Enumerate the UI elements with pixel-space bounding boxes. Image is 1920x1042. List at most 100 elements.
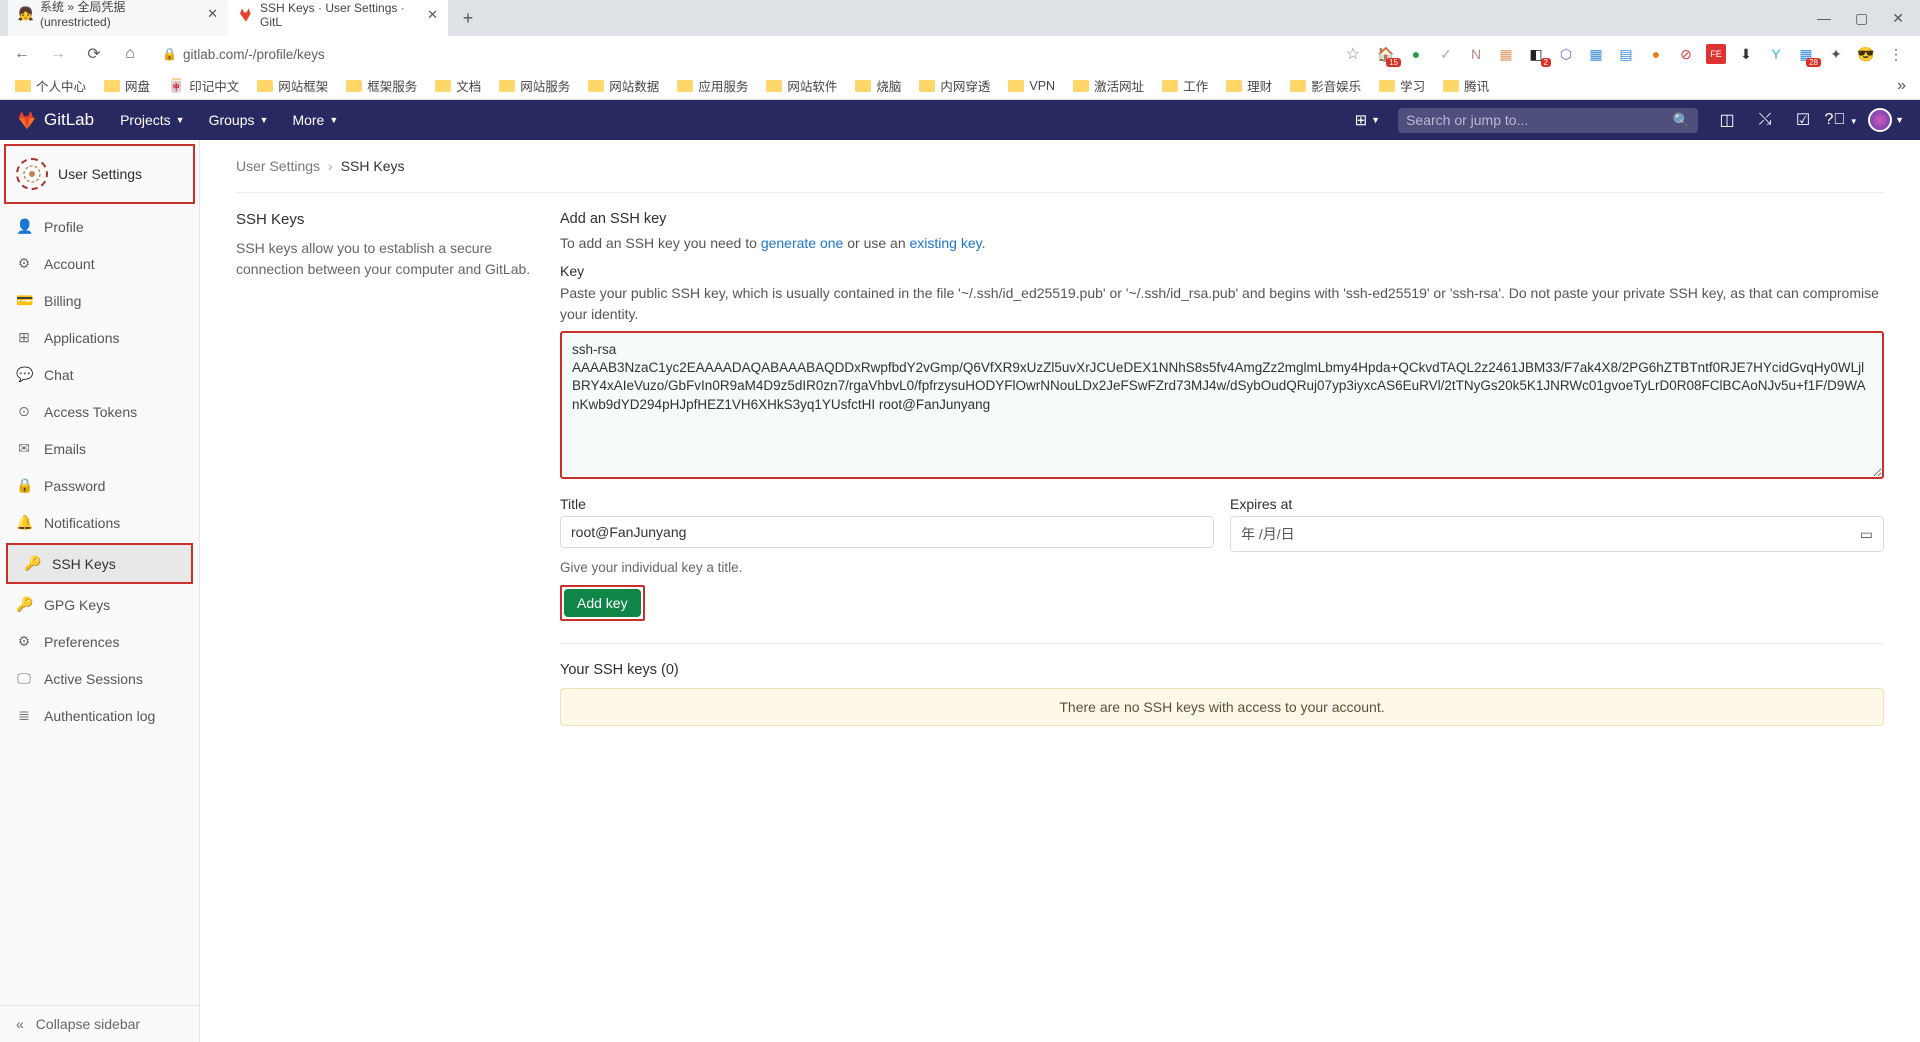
sidebar-item-gpg-keys[interactable]: 🔑GPG Keys [0, 586, 199, 623]
bookmark-item[interactable]: VPN [1001, 76, 1062, 96]
maximize-icon[interactable]: ▢ [1855, 10, 1868, 27]
ext-puzzle-icon[interactable]: ✦ [1826, 44, 1846, 64]
bookmarks-bar: 个人中心 网盘 🀄印记中文 网站框架 框架服务 文档 网站服务 网站数据 应用服… [0, 72, 1920, 100]
search-icon[interactable]: 🔍 [1673, 112, 1690, 129]
sidebar-item-password[interactable]: 🔒Password [0, 467, 199, 504]
bookmark-item[interactable]: 网盘 [97, 73, 157, 98]
search-bar[interactable]: 🔍 [1398, 108, 1698, 133]
reload-button[interactable]: ⟳ [80, 40, 108, 68]
bookmark-item[interactable]: 激活网址 [1066, 73, 1151, 98]
bookmark-item[interactable]: 网站数据 [581, 73, 666, 98]
card-icon: 💳 [16, 292, 32, 309]
bookmark-item[interactable]: 网站软件 [759, 73, 844, 98]
ssh-key-textarea[interactable] [560, 331, 1884, 479]
close-window-icon[interactable]: ✕ [1892, 10, 1904, 27]
ext-icon[interactable]: FE [1706, 44, 1726, 64]
ext-icon[interactable]: ⬡ [1556, 44, 1576, 64]
bookmark-item[interactable]: 网站框架 [250, 73, 335, 98]
sidebar-item-emails[interactable]: ✉Emails [0, 430, 199, 467]
url-field[interactable]: 🔒 gitlab.com/-/profile/keys [152, 43, 1338, 66]
bookmark-item[interactable]: 学习 [1372, 73, 1432, 98]
breadcrumb: User Settings › SSH Keys [236, 158, 1884, 174]
ext-icon[interactable]: ⊘ [1676, 44, 1696, 64]
ext-icon[interactable]: ▦ [1796, 44, 1816, 64]
ext-icon[interactable]: Y [1766, 44, 1786, 64]
bookmark-item[interactable]: 应用服务 [670, 73, 755, 98]
bookmark-item[interactable]: 网站服务 [492, 73, 577, 98]
chevron-right-icon: › [328, 158, 333, 174]
ssh-keys-section: SSH Keys SSH keys allow you to establish… [236, 192, 1884, 726]
nav-groups[interactable]: Groups▼ [199, 104, 279, 136]
help-icon[interactable]: ?⃝ ▼ [1824, 111, 1858, 129]
sidebar-item-chat[interactable]: 💬Chat [0, 356, 199, 393]
ext-icon[interactable]: ● [1646, 44, 1666, 64]
extensions: 🏠 ● ✓ N ▦ ◧ ⬡ ▦ ▤ ● ⊘ FE ⬇ Y ▦ ✦ 😎 ⋮ [1376, 44, 1912, 64]
sidebar-item-access-tokens[interactable]: ⊙Access Tokens [0, 393, 199, 430]
tab-gitlab[interactable]: SSH Keys · User Settings · GitL ✕ [228, 0, 448, 36]
existing-key-link[interactable]: existing key [910, 235, 982, 251]
add-key-button[interactable]: Add key [564, 589, 641, 617]
ext-icon[interactable]: ▦ [1496, 44, 1516, 64]
ext-icon[interactable]: ▤ [1616, 44, 1636, 64]
bookmarks-overflow-icon[interactable]: » [1897, 77, 1912, 95]
sidebar-item-ssh-keys[interactable]: 🔑SSH Keys [6, 543, 193, 584]
sidebar-item-applications[interactable]: ⊞Applications [0, 319, 199, 356]
bookmark-item[interactable]: 烧脑 [848, 73, 908, 98]
tab-strip: 👧 系统 » 全局凭据 (unrestricted) ✕ SSH Keys · … [0, 0, 1920, 36]
ext-icon[interactable]: ✓ [1436, 44, 1456, 64]
forward-button[interactable]: → [44, 40, 72, 68]
bookmark-item[interactable]: 内网穿透 [912, 73, 997, 98]
ext-icon[interactable]: ● [1406, 44, 1426, 64]
minimize-icon[interactable]: — [1817, 10, 1831, 27]
chrome-menu-icon[interactable]: ⋮ [1886, 44, 1906, 64]
close-icon[interactable]: ✕ [427, 7, 438, 23]
favicon-gitlab [238, 7, 254, 23]
bookmark-item[interactable]: 腾讯 [1436, 73, 1496, 98]
new-tab-button[interactable]: + [454, 4, 482, 32]
bookmark-item[interactable]: 工作 [1155, 73, 1215, 98]
title-input[interactable] [560, 516, 1214, 548]
bookmark-item[interactable]: 理财 [1219, 73, 1279, 98]
search-input[interactable] [1406, 112, 1673, 128]
calendar-icon: ▭ [1860, 526, 1873, 543]
ext-icon[interactable]: 🏠 [1376, 44, 1396, 64]
sidebar-header[interactable]: User Settings [4, 144, 195, 204]
generate-one-link[interactable]: generate one [761, 235, 844, 251]
gitlab-logo[interactable]: GitLab [16, 109, 94, 131]
nav-projects[interactable]: Projects▼ [110, 104, 195, 136]
ext-icon[interactable]: N [1466, 44, 1486, 64]
ext-icon[interactable]: 😎 [1856, 44, 1876, 64]
issues-icon[interactable]: ◫ [1710, 110, 1744, 130]
merge-requests-icon[interactable]: ⤯ [1748, 111, 1782, 129]
gitlab-navbar: GitLab Projects▼ Groups▼ More▼ ⊞▼ 🔍 ◫ ⤯ … [0, 100, 1920, 140]
ext-icon[interactable]: ◧ [1526, 44, 1546, 64]
todos-icon[interactable]: ☑ [1786, 110, 1820, 130]
bookmark-item[interactable]: 个人中心 [8, 73, 93, 98]
ext-icon[interactable]: ▦ [1586, 44, 1606, 64]
main-content: User Settings › SSH Keys SSH Keys SSH ke… [200, 140, 1920, 1042]
user-menu[interactable]: ▼ [1862, 108, 1904, 132]
sliders-icon: ⚙ [16, 633, 32, 650]
breadcrumb-parent[interactable]: User Settings [236, 158, 320, 174]
back-button[interactable]: ← [8, 40, 36, 68]
expires-input[interactable]: 年 /月/日 ▭ [1230, 516, 1884, 552]
bookmark-item[interactable]: 影音娱乐 [1283, 73, 1368, 98]
sidebar-item-preferences[interactable]: ⚙Preferences [0, 623, 199, 660]
new-button[interactable]: ⊞▼ [1349, 105, 1387, 135]
collapse-sidebar-button[interactable]: « Collapse sidebar [0, 1005, 199, 1042]
tab-jenkins[interactable]: 👧 系统 » 全局凭据 (unrestricted) ✕ [8, 0, 228, 36]
ext-icon[interactable]: ⬇ [1736, 44, 1756, 64]
bookmark-item[interactable]: 框架服务 [339, 73, 424, 98]
nav-more[interactable]: More▼ [282, 104, 348, 136]
sidebar-item-account[interactable]: ⚙Account [0, 245, 199, 282]
sidebar-item-auth-log[interactable]: ≣Authentication log [0, 697, 199, 734]
sidebar-item-active-sessions[interactable]: 🖵Active Sessions [0, 660, 199, 697]
star-icon[interactable]: ☆ [1346, 44, 1360, 64]
bookmark-item[interactable]: 文档 [428, 73, 488, 98]
close-icon[interactable]: ✕ [207, 6, 218, 22]
home-button[interactable]: ⌂ [116, 40, 144, 68]
sidebar-item-notifications[interactable]: 🔔Notifications [0, 504, 199, 541]
sidebar-item-billing[interactable]: 💳Billing [0, 282, 199, 319]
bookmark-item[interactable]: 🀄印记中文 [161, 73, 246, 98]
sidebar-item-profile[interactable]: 👤Profile [0, 208, 199, 245]
